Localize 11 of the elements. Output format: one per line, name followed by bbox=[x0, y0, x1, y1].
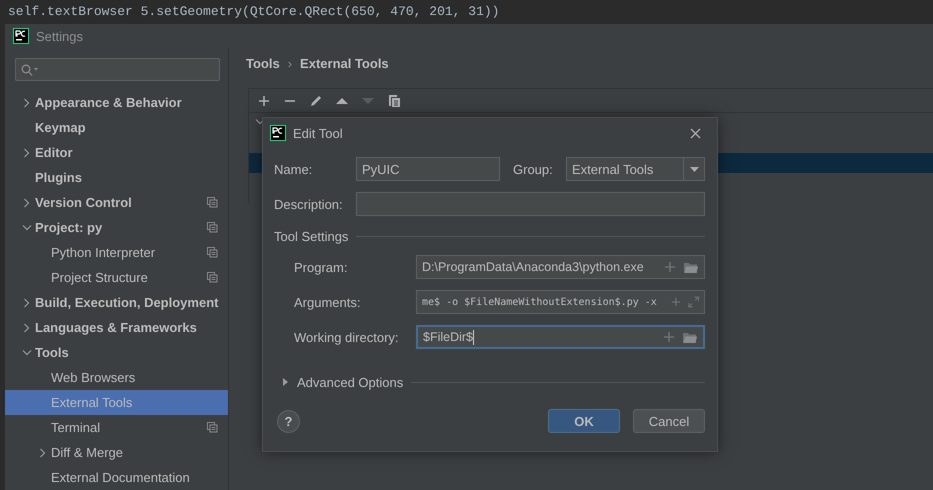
field-label: Program: bbox=[294, 260, 348, 274]
field-label: Arguments: bbox=[294, 294, 362, 310]
dialog-title: Edit Tool bbox=[293, 126, 343, 140]
name-label: Name: bbox=[274, 162, 314, 176]
section-title: Tool Settings bbox=[274, 228, 348, 244]
group-label: Group: bbox=[513, 162, 554, 176]
description-label: Description: bbox=[274, 196, 344, 212]
breadcrumb-separator: › bbox=[288, 56, 292, 70]
field-label: Working directory: bbox=[294, 330, 400, 344]
code-line: self.textBrowser 5.setGeometry(QtCore.QRect(650, 470, 201, 31)) bbox=[8, 4, 500, 19]
window-title: Settings bbox=[36, 28, 83, 44]
